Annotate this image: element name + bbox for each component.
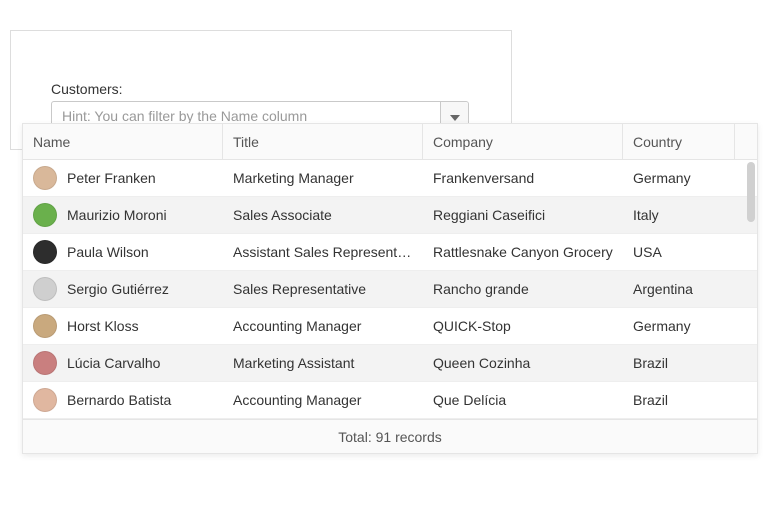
avatar bbox=[33, 314, 57, 338]
cell-name: Peter Franken bbox=[23, 166, 223, 190]
cell-company: Que Delícia bbox=[423, 392, 623, 408]
grid-footer: Total: 91 records bbox=[23, 419, 757, 453]
cell-title: Marketing Assistant bbox=[223, 355, 423, 371]
cell-country: Brazil bbox=[623, 355, 735, 371]
cell-title: Accounting Manager bbox=[223, 318, 423, 334]
customer-name: Maurizio Moroni bbox=[67, 207, 167, 223]
customers-label: Customers: bbox=[51, 81, 471, 97]
column-header-scroll-gutter bbox=[735, 124, 757, 159]
column-header-name[interactable]: Name bbox=[23, 124, 223, 159]
column-header-title[interactable]: Title bbox=[223, 124, 423, 159]
cell-country: Germany bbox=[623, 170, 735, 186]
cell-company: QUICK-Stop bbox=[423, 318, 623, 334]
table-row[interactable]: Horst Kloss Accounting ManagerQUICK-StopG… bbox=[23, 308, 757, 345]
table-row[interactable]: Lúcia Carvalho Marketing AssistantQueen C… bbox=[23, 345, 757, 382]
cell-name: Paula Wilson bbox=[23, 240, 223, 264]
customer-name: Peter Franken bbox=[67, 170, 156, 186]
table-row[interactable]: Paula Wilson Assistant Sales Represent…Ra… bbox=[23, 234, 757, 271]
cell-company: Frankenversand bbox=[423, 170, 623, 186]
table-row[interactable]: Peter Franken Marketing ManagerFrankenver… bbox=[23, 160, 757, 197]
grid-header: Name Title Company Country bbox=[23, 124, 757, 160]
table-row[interactable]: Maurizio Moroni Sales AssociateReggiani C… bbox=[23, 197, 757, 234]
avatar bbox=[33, 203, 57, 227]
cell-company: Reggiani Caseifici bbox=[423, 207, 623, 223]
column-header-company[interactable]: Company bbox=[423, 124, 623, 159]
cell-country: Italy bbox=[623, 207, 735, 223]
table-row[interactable]: Sergio Gutiérrez Sales RepresentativeRanc… bbox=[23, 271, 757, 308]
cell-title: Sales Associate bbox=[223, 207, 423, 223]
grid-body: Peter Franken Marketing ManagerFrankenver… bbox=[23, 160, 757, 419]
customer-name: Horst Kloss bbox=[67, 318, 139, 334]
column-header-country[interactable]: Country bbox=[623, 124, 735, 159]
cell-country: Brazil bbox=[623, 392, 735, 408]
vertical-scrollbar-thumb[interactable] bbox=[747, 162, 755, 222]
cell-title: Assistant Sales Represent… bbox=[223, 244, 423, 260]
cell-name: Maurizio Moroni bbox=[23, 203, 223, 227]
customers-grid: Name Title Company Country Peter Franken… bbox=[22, 123, 758, 454]
cell-title: Accounting Manager bbox=[223, 392, 423, 408]
cell-company: Queen Cozinha bbox=[423, 355, 623, 371]
avatar bbox=[33, 388, 57, 412]
cell-country: USA bbox=[623, 244, 735, 260]
cell-country: Germany bbox=[623, 318, 735, 334]
avatar bbox=[33, 240, 57, 264]
table-row[interactable]: Bernardo Batista Accounting ManagerQue De… bbox=[23, 382, 757, 419]
cell-name: Horst Kloss bbox=[23, 314, 223, 338]
cell-company: Rancho grande bbox=[423, 281, 623, 297]
cell-company: Rattlesnake Canyon Grocery bbox=[423, 244, 623, 260]
avatar bbox=[33, 166, 57, 190]
cell-title: Marketing Manager bbox=[223, 170, 423, 186]
cell-name: Sergio Gutiérrez bbox=[23, 277, 223, 301]
customer-name: Paula Wilson bbox=[67, 244, 149, 260]
total-records-label: Total: 91 records bbox=[338, 429, 442, 445]
avatar bbox=[33, 351, 57, 375]
customer-name: Sergio Gutiérrez bbox=[67, 281, 169, 297]
cell-title: Sales Representative bbox=[223, 281, 423, 297]
cell-name: Bernardo Batista bbox=[23, 388, 223, 412]
cell-country: Argentina bbox=[623, 281, 735, 297]
customer-name: Lúcia Carvalho bbox=[67, 355, 160, 371]
chevron-down-icon bbox=[450, 108, 460, 124]
customer-name: Bernardo Batista bbox=[67, 392, 171, 408]
cell-name: Lúcia Carvalho bbox=[23, 351, 223, 375]
avatar bbox=[33, 277, 57, 301]
